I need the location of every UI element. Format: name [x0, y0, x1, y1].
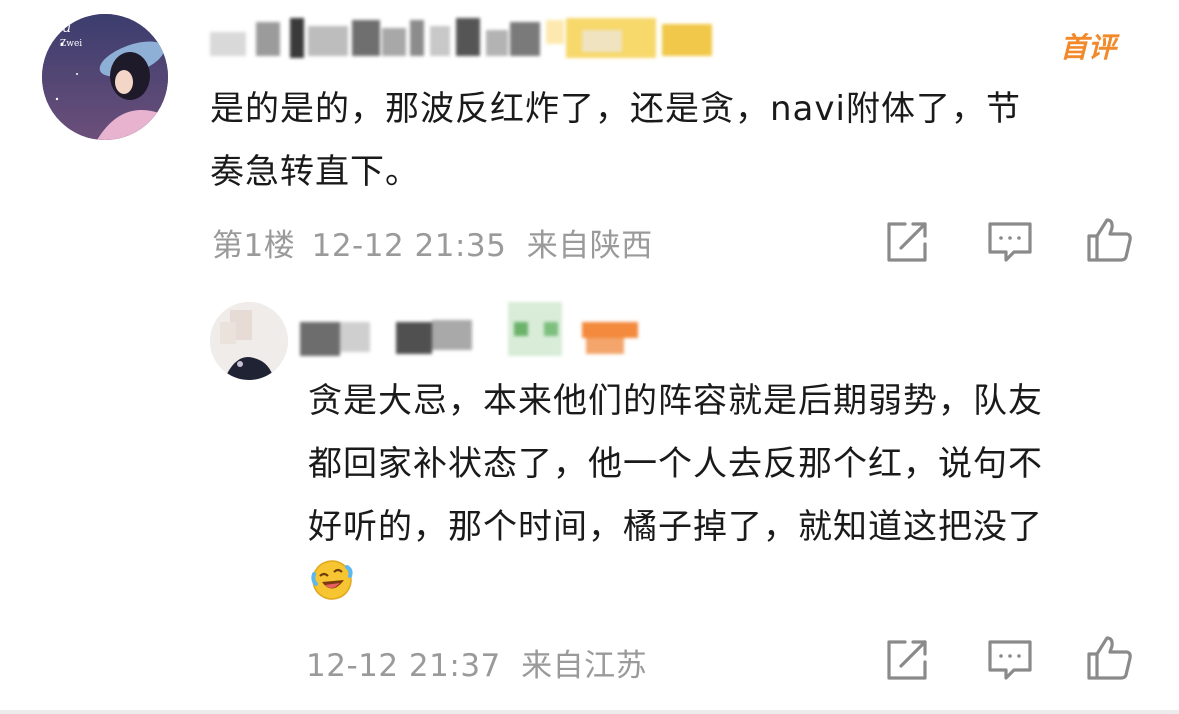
username-redacted[interactable] — [210, 18, 730, 62]
comment-text: 是的是的，那波反红炸了，还是贪，navi附体了，节 奏急转直下。 — [210, 78, 1140, 204]
comment-time: 12-12 21:35 — [311, 228, 507, 264]
svg-text:ra: ra — [56, 20, 71, 36]
like-icon[interactable] — [1085, 634, 1133, 682]
username-redacted[interactable] — [300, 300, 650, 360]
reply-text-line: 都回家补状态了，他一个人去反那个红，说句不 — [308, 444, 1043, 484]
avatar[interactable]: ra Zwei — [42, 14, 168, 140]
reply-text: 贪是大忌，本来他们的阵容就是后期弱势，队友 都回家补状态了，他一个人去反那个红，… — [308, 370, 1158, 559]
share-icon[interactable] — [883, 218, 931, 266]
floor-number: 第1楼 — [212, 228, 296, 264]
avatar-image: ra Zwei — [42, 14, 168, 140]
comment-text-line: 奏急转直下。 — [210, 152, 420, 192]
comment-time: 12-12 21:37 — [306, 648, 501, 684]
reply-text-line: 贪是大忌，本来他们的阵容就是后期弱势，队友 — [308, 381, 1043, 421]
share-icon[interactable] — [883, 636, 931, 684]
svg-text:Zwei: Zwei — [60, 39, 82, 49]
laughing-crying-emoji — [310, 558, 354, 602]
reply-meta: 12-12 21:37 来自江苏 — [306, 640, 647, 685]
like-icon[interactable] — [1085, 216, 1133, 264]
comment-meta: 第1楼 12-12 21:35 来自陕西 — [212, 220, 653, 265]
comment-icon[interactable] — [986, 636, 1034, 684]
comment-location: 来自陕西 — [526, 228, 653, 264]
reply-text-line: 好听的，那个时间，橘子掉了，就知道这把没了 — [308, 507, 1043, 547]
comment-text-line: 是的是的，那波反红炸了，还是贪，navi附体了，节 — [210, 89, 1021, 129]
avatar[interactable] — [210, 302, 288, 380]
first-comment-badge: 首评 — [1060, 31, 1117, 64]
divider — [0, 710, 1179, 714]
comment-location: 来自江苏 — [521, 648, 648, 684]
avatar-image — [210, 302, 288, 380]
comment-icon[interactable] — [986, 218, 1034, 266]
